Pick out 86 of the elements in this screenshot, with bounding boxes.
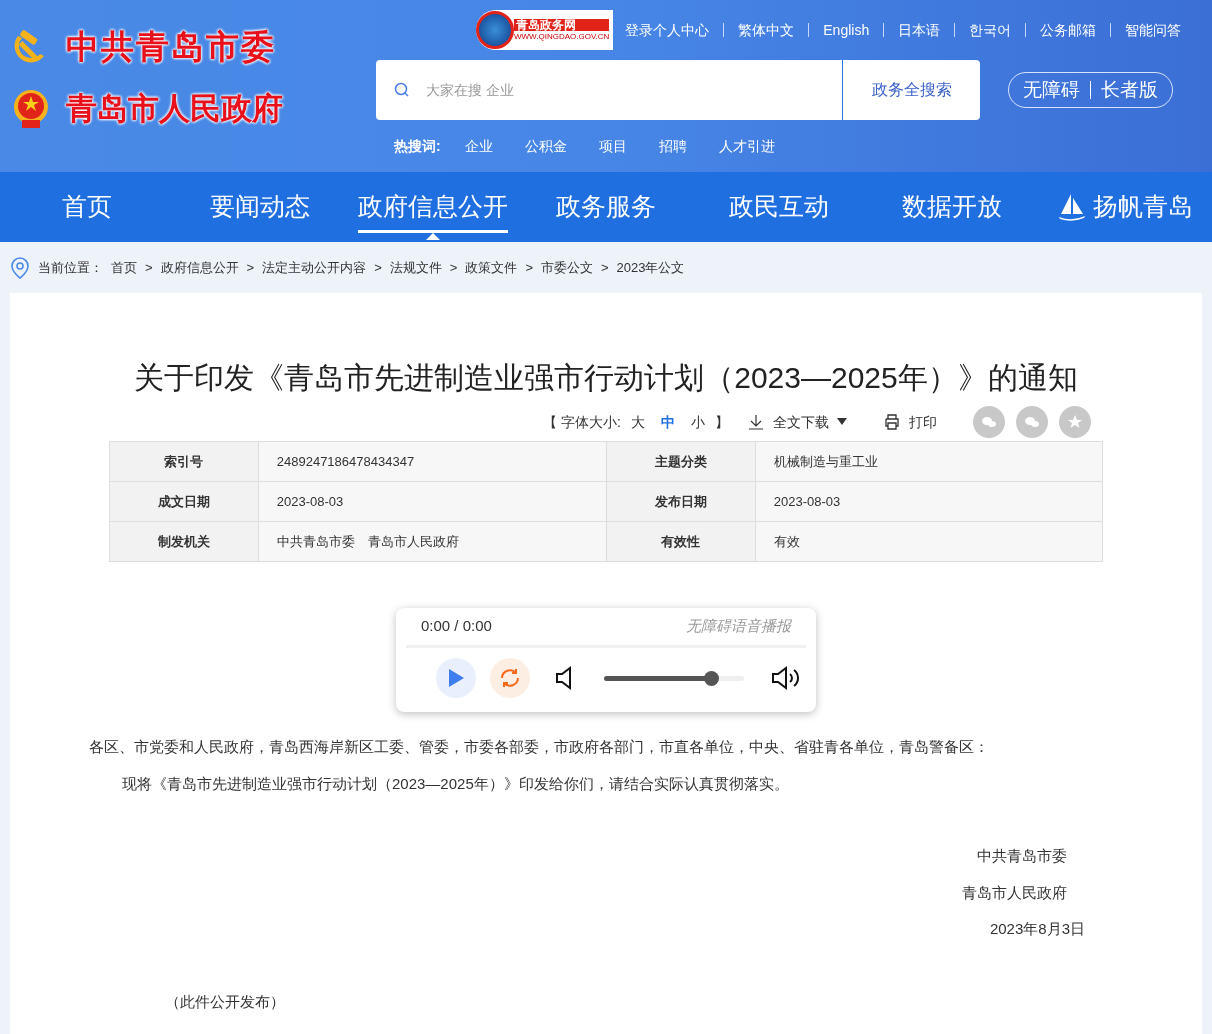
top-link[interactable]: English [823, 19, 870, 41]
mode-link[interactable]: 无障碍 [1023, 75, 1080, 105]
metadata-value: 中共青岛市委 青岛市人民政府 [258, 521, 607, 562]
hot-search-link[interactable]: 企业 [464, 135, 493, 157]
globe-icon [476, 11, 514, 49]
caret-icon [837, 418, 847, 426]
nav-item[interactable]: 政府信息公开 [346, 172, 520, 242]
repeat-button[interactable] [490, 658, 530, 698]
portal-logo[interactable]: 青岛政务网 WWW.QINGDAO.GOV.CN [476, 10, 614, 50]
mode-link[interactable]: 长者版 [1101, 75, 1158, 105]
font-size-option[interactable]: 大 [631, 411, 645, 433]
metadata-label: 有效性 [606, 521, 756, 562]
search-icon [394, 82, 410, 98]
location-pin-icon [10, 255, 30, 280]
breadcrumb-separator: > [246, 258, 255, 277]
government-title: 青岛市人民政府 [66, 89, 283, 128]
metadata-value: 2023-08-03 [755, 481, 1103, 522]
font-size-option[interactable]: 中 [661, 411, 675, 433]
salutation-paragraph: 各区、市党委和人民政府，青岛西海岸新区工委、管委，市委各部委，市政府各部门，市直各单位，中央、省驻青各单位，青岛警备区： [89, 737, 990, 757]
printer-icon [883, 413, 901, 431]
portal-name: 青岛政务网 [514, 19, 610, 31]
metadata-value: 2023-08-03 [258, 481, 607, 522]
breadcrumb-link[interactable]: 政府信息公开 [160, 257, 239, 278]
font-size-bracket: 】 [715, 412, 729, 432]
breadcrumb-link[interactable]: 法定主动公开内容 [262, 257, 367, 278]
play-button[interactable] [436, 658, 476, 698]
hot-search-link[interactable]: 公积金 [524, 135, 567, 157]
breadcrumb-separator: > [374, 258, 382, 277]
breadcrumb-link[interactable]: 市委公文 [540, 257, 593, 278]
breadcrumb-label: 当前位置： [38, 258, 103, 277]
breadcrumb-link[interactable]: 2023年公文 [616, 257, 685, 278]
player-label: 无障碍语音播报 [686, 616, 791, 637]
share-star-button[interactable] [1059, 406, 1091, 438]
nav-item[interactable]: 政务服务 [519, 172, 693, 242]
star-icon [1067, 414, 1083, 430]
metadata-value: 2489247186478434347 [258, 441, 607, 482]
breadcrumb-separator: > [449, 258, 458, 277]
hot-search-link[interactable]: 人才引进 [718, 135, 775, 157]
signature-line: 中共青岛市委 [977, 846, 1067, 866]
party-committee-title: 中共青岛市委 [66, 27, 276, 67]
signature-line: 青岛市人民政府 [962, 882, 1067, 903]
nav-item[interactable]: 数据开放 [865, 172, 1039, 242]
hot-search-label: 热搜词: [394, 136, 441, 156]
download-link[interactable]: 全文下载 [747, 411, 847, 433]
top-link[interactable]: 한국어 [969, 19, 1012, 41]
metadata-value: 机械制造与重工业 [755, 441, 1103, 482]
metadata-label: 主题分类 [606, 441, 756, 482]
breadcrumb-separator: > [145, 258, 153, 277]
document-date: 2023年8月3日 [989, 919, 1085, 939]
hot-search-link[interactable]: 招聘 [658, 135, 687, 157]
sailboat-icon [1057, 192, 1088, 222]
metadata-label: 成文日期 [109, 481, 259, 522]
breadcrumb-link[interactable]: 首页 [111, 257, 137, 278]
nav-item[interactable]: 首页 [0, 172, 174, 242]
breadcrumb-separator: > [525, 258, 533, 277]
body-paragraph: 现将《青岛市先进制造业强市行动计划（2023—2025年）》印发给你们，请结合实际认真贯彻落实。 [122, 773, 790, 794]
font-size-option[interactable]: 小 [691, 411, 705, 433]
search-field[interactable]: 大家在搜 企业 [376, 60, 842, 120]
breadcrumb-link[interactable]: 政策文件 [465, 257, 518, 278]
play-icon [448, 669, 464, 687]
nav-item[interactable]: 政民互动 [692, 172, 866, 242]
font-size-label: 【 字体大小: [543, 412, 621, 432]
metadata-label: 制发机关 [109, 521, 259, 562]
top-link[interactable]: 日本语 [898, 19, 941, 41]
hot-search-link[interactable]: 项目 [598, 135, 627, 157]
volume-high-icon[interactable] [770, 665, 802, 691]
breadcrumb-link[interactable]: 法规文件 [389, 257, 442, 278]
playback-time: 0:00 / 0:00 [421, 616, 492, 637]
top-link[interactable]: 登录个人中心 [625, 19, 710, 41]
volume-slider[interactable] [604, 670, 744, 686]
article-title: 关于印发《青岛市先进制造业强市行动计划（2023—2025年）》的通知 [133, 363, 1079, 393]
download-icon [747, 413, 765, 431]
portal-url: WWW.QINGDAO.GOV.CN [514, 33, 610, 41]
print-link[interactable]: 打印 [883, 411, 937, 433]
metadata-label: 发布日期 [606, 481, 756, 522]
top-link[interactable]: 智能问答 [1125, 19, 1182, 41]
metadata-value: 有效 [755, 521, 1103, 562]
nav-item[interactable]: 要闻动态 [173, 172, 347, 242]
publication-note: （此件公开发布） [165, 991, 286, 1012]
breadcrumb-separator: > [600, 258, 609, 277]
repeat-icon [498, 666, 522, 690]
top-link[interactable]: 公务邮箱 [1040, 19, 1097, 41]
search-button[interactable]: 政务全搜索 [842, 60, 980, 120]
top-link[interactable]: 繁体中文 [738, 19, 795, 41]
nav-item[interactable]: 扬帆青岛 [1038, 172, 1212, 242]
metadata-label: 索引号 [109, 441, 259, 482]
